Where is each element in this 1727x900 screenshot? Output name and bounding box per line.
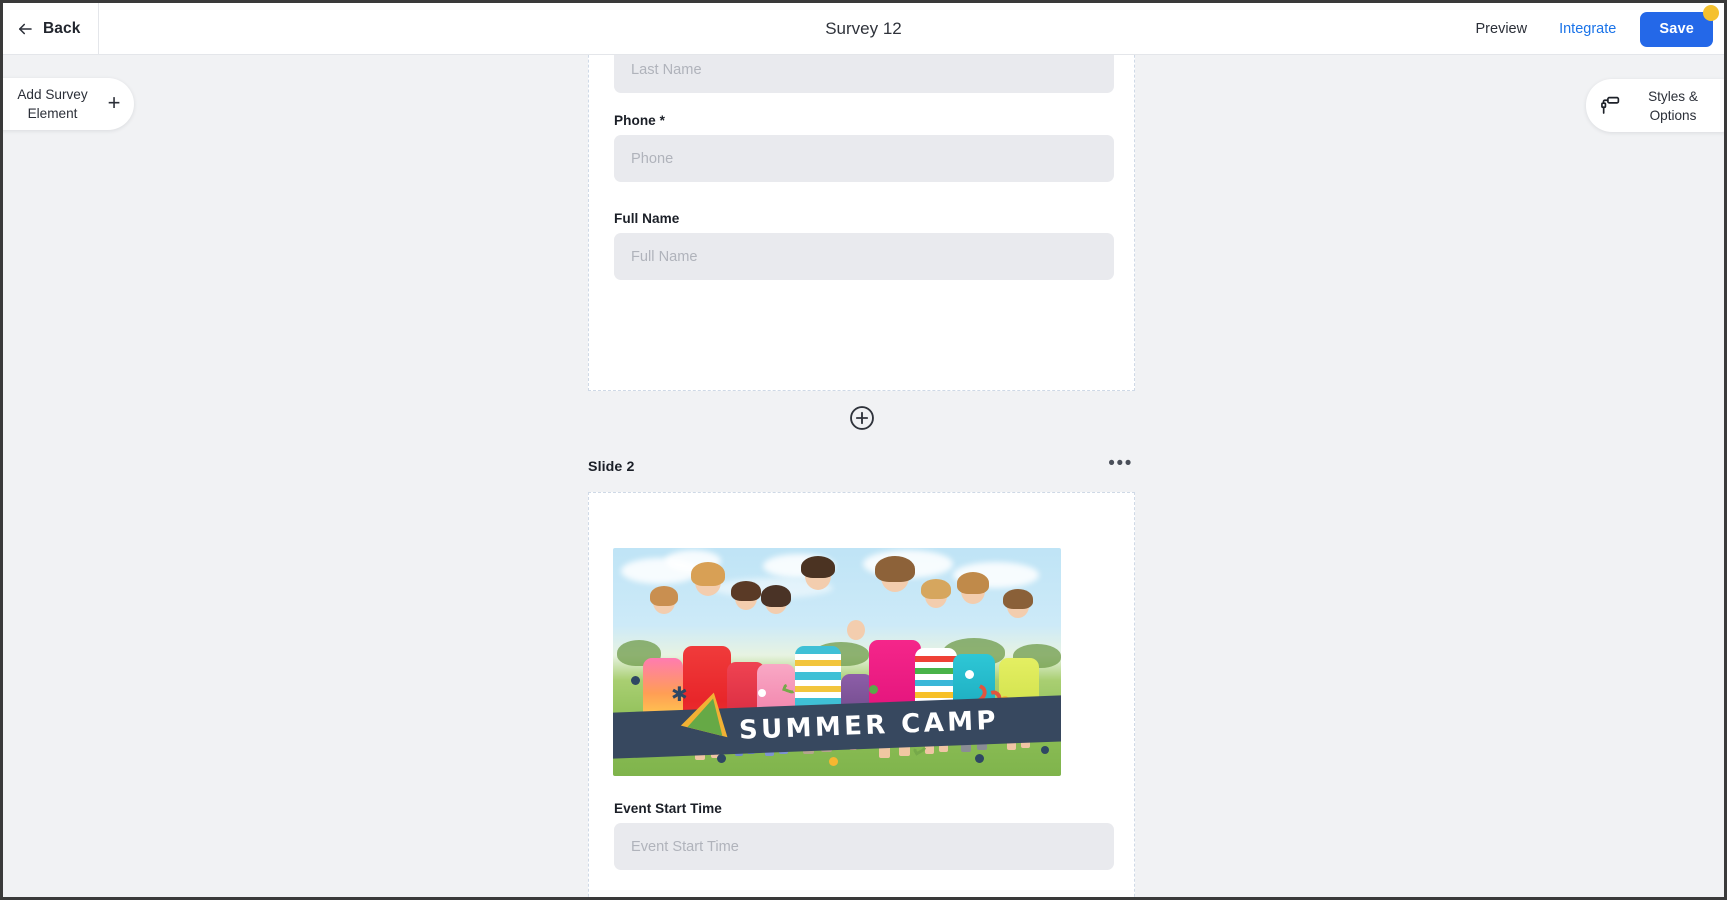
paint-roller-icon [1600, 95, 1621, 116]
field-last-name: Last Name [614, 55, 1114, 93]
event-start-time-label: Event Start Time [614, 801, 722, 816]
phone-label: Phone * [614, 113, 665, 128]
slide-2-options-menu[interactable]: ••• [1100, 454, 1135, 479]
plus-icon: + [107, 89, 121, 115]
top-bar: Back Survey 12 Preview Integrate Save [3, 3, 1724, 55]
slide-2-card: ✱ SUMMER CAMP Event Start Time Event Sta… [588, 492, 1135, 897]
phone-input[interactable]: Phone [614, 135, 1114, 182]
summer-camp-banner-image: ✱ SUMMER CAMP [613, 548, 1061, 776]
app-window: Back Survey 12 Preview Integrate Save Ad… [0, 0, 1727, 900]
field-event-start-time: Event Start Time Event Start Time [614, 801, 1114, 870]
slide-2-header: Slide 2 ••• [588, 454, 1135, 480]
field-phone: Phone * Phone [614, 113, 1114, 182]
unsaved-changes-badge [1703, 4, 1719, 21]
back-button[interactable]: Back [3, 3, 99, 55]
survey-canvas: Last Name Phone * Phone Full Name Full N… [3, 55, 1724, 897]
full-name-label: Full Name [614, 211, 680, 226]
save-button[interactable]: Save [1640, 11, 1713, 47]
styles-and-options-label: Styles & Options [1648, 88, 1698, 123]
add-survey-element-label: Add Survey Element [17, 87, 88, 121]
styles-and-options-button[interactable]: Styles & Options [1586, 79, 1724, 132]
integrate-button[interactable]: Integrate [1543, 21, 1632, 37]
top-bar-actions: Preview Integrate Save [1460, 3, 1725, 55]
event-start-time-input[interactable]: Event Start Time [614, 823, 1114, 870]
save-button-wrap: Save [1640, 4, 1719, 47]
add-slide-button[interactable] [848, 404, 876, 432]
slide-2-title: Slide 2 [588, 459, 635, 475]
back-label: Back [43, 19, 81, 37]
preview-button[interactable]: Preview [1460, 21, 1544, 37]
full-name-input[interactable]: Full Name [614, 233, 1114, 280]
field-full-name: Full Name Full Name [614, 211, 1114, 280]
slide-1-card: Last Name Phone * Phone Full Name Full N… [588, 55, 1135, 391]
sparkle-icon: ✱ [671, 684, 688, 706]
arrow-left-icon [16, 20, 34, 38]
last-name-input[interactable]: Last Name [614, 55, 1114, 93]
add-survey-element-button[interactable]: Add Survey Element + [3, 78, 134, 130]
